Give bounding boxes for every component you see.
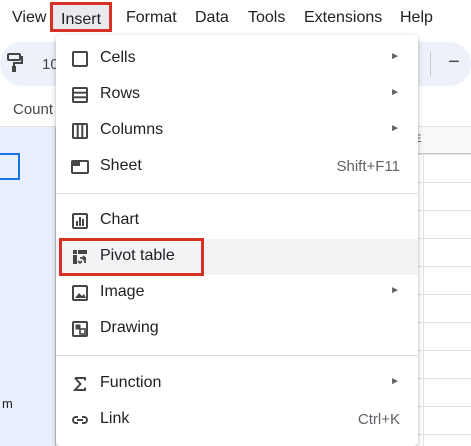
insert-menu-dropdown: Cells ► Rows ► Columns ► Sheet Shift+F11… [56,35,418,446]
menu-item-sheet[interactable]: Sheet Shift+F11 [56,149,418,185]
submenu-arrow-icon: ► [390,376,400,387]
drawing-icon [71,320,89,338]
rows-icon [71,86,89,104]
chart-icon [71,212,89,230]
menu-item-pivot-table[interactable]: Pivot table [56,239,418,275]
menu-item-label: Image [100,283,145,300]
menu-item-label: Chart [100,211,140,228]
menu-item-link[interactable]: Link Ctrl+K [56,402,418,438]
menu-item-image[interactable]: Image ► [56,275,418,311]
minus-button[interactable]: − [441,50,467,76]
menu-insert[interactable]: Insert [50,2,113,32]
menu-item-label: Link [100,410,130,427]
menu-item-drawing[interactable]: Drawing [56,311,418,347]
menu-view[interactable]: View [12,9,46,27]
image-icon [71,284,89,302]
link-icon [71,411,89,429]
menu-item-label: Function [100,374,162,391]
menu-format[interactable]: Format [126,9,177,27]
toolbar-divider [430,52,431,76]
cells-icon [71,50,89,68]
menu-item-chart[interactable]: Chart [56,203,418,239]
menu-divider [56,355,418,356]
submenu-arrow-icon: ► [390,87,400,98]
submenu-arrow-icon: ► [390,285,400,296]
pivot-table-icon [71,248,89,266]
menu-item-label: Pivot table [100,247,175,264]
sheet-icon [71,158,89,176]
menu-item-rows[interactable]: Rows ► [56,77,418,113]
submenu-arrow-icon: ► [390,51,400,62]
menu-item-function[interactable]: Function ► [56,366,418,402]
menu-tools[interactable]: Tools [248,9,285,27]
menu-item-label: Sheet [100,157,142,174]
columns-icon [71,122,89,140]
menu-item-label: Drawing [100,319,159,336]
menu-data[interactable]: Data [195,9,229,27]
namebox-text[interactable]: Count [13,101,53,118]
menu-divider [56,193,418,194]
menu-help[interactable]: Help [400,9,433,27]
shortcut-hint: Ctrl+K [357,411,400,428]
menu-item-label: Rows [100,85,141,102]
menu-item-columns[interactable]: Columns ► [56,113,418,149]
menu-item-label: Columns [100,121,164,138]
selected-cell[interactable] [0,153,20,180]
shortcut-hint: Shift+F11 [336,158,400,175]
submenu-arrow-icon: ► [390,123,400,134]
menu-extensions[interactable]: Extensions [304,9,382,27]
function-sigma-icon [71,375,89,393]
cell-text: m [2,396,13,411]
paint-format-icon[interactable] [6,53,24,78]
menu-bar: View Insert Format Data Tools Extensions… [0,0,471,38]
menu-item-label: Cells [100,49,136,66]
menu-item-cells[interactable]: Cells ► [56,41,418,77]
